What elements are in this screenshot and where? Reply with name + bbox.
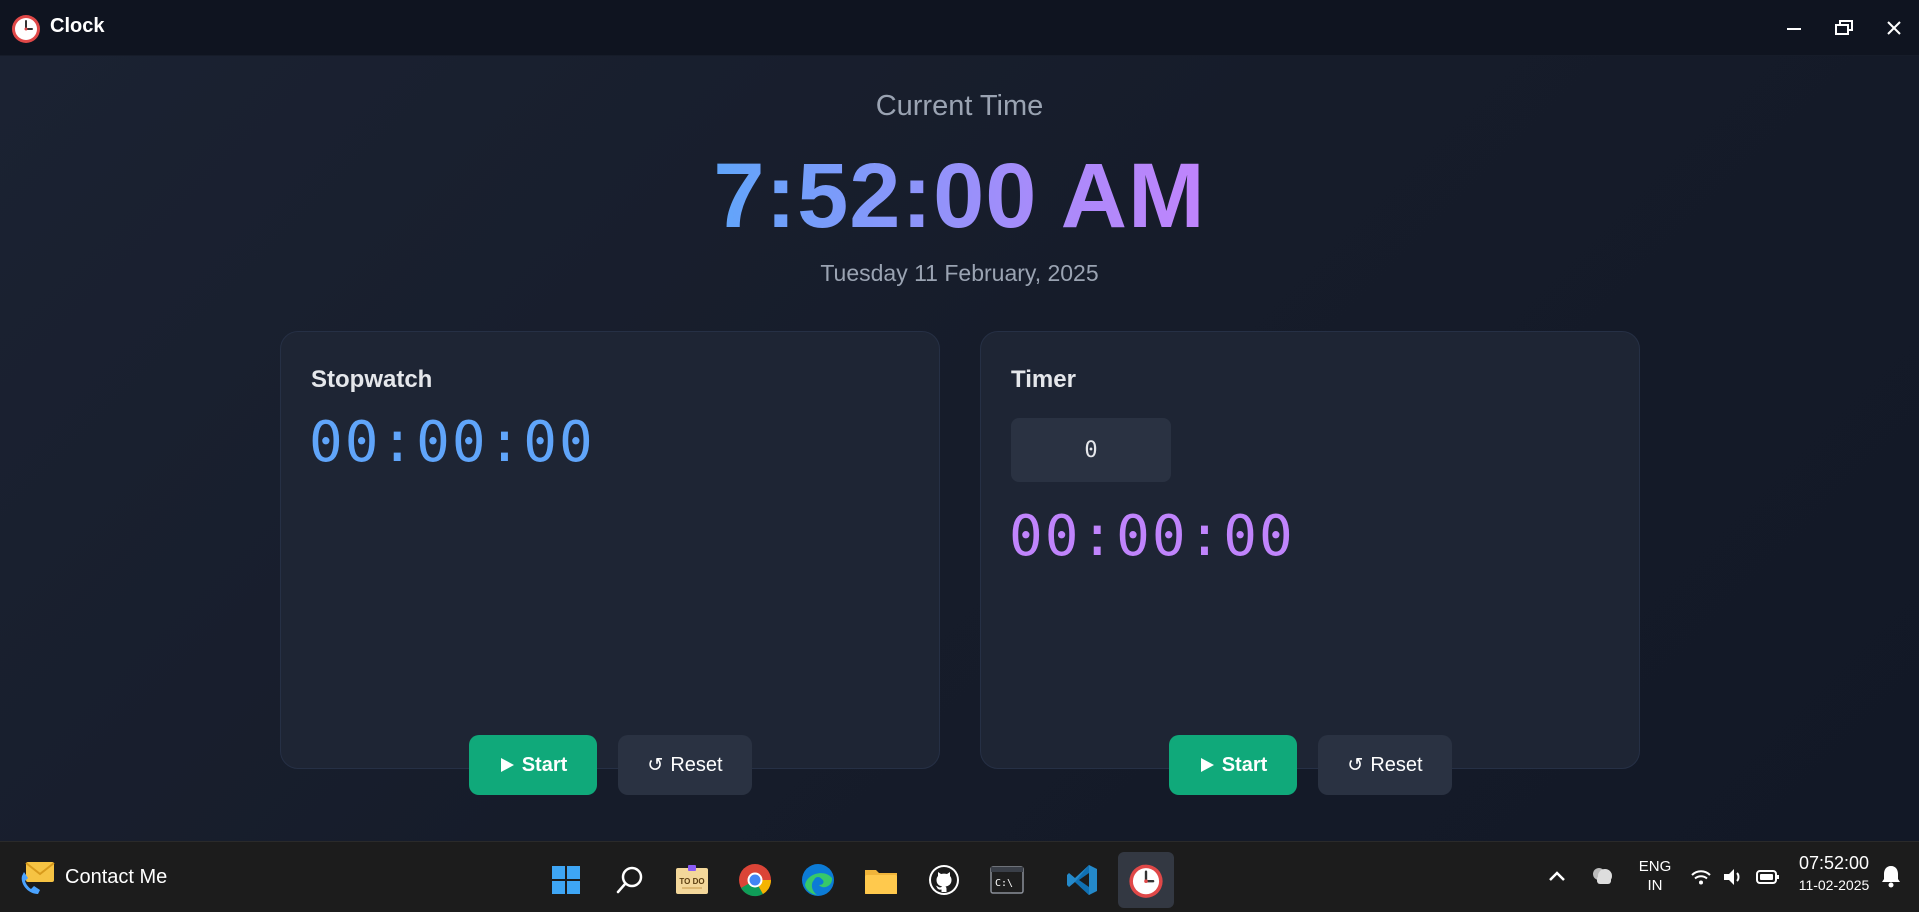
- taskbar: Contact Me TO DO C:\ ENG IN 07:52:00 11-…: [0, 841, 1919, 912]
- window-title: Clock: [50, 15, 105, 37]
- stopwatch-reset-label: Reset: [670, 753, 723, 776]
- timer-reset-button[interactable]: ↺ Reset: [1318, 735, 1452, 795]
- stopwatch-card: Stopwatch 00:00:00 Start ↺ Reset: [280, 331, 940, 795]
- stopwatch-title: Stopwatch: [311, 366, 433, 393]
- weather-icon[interactable]: [1589, 864, 1615, 888]
- language-line-1: ENG: [1638, 858, 1672, 875]
- github-icon[interactable]: [916, 852, 972, 908]
- restore-icon: [1835, 20, 1853, 35]
- edge-icon[interactable]: [790, 852, 846, 908]
- taskbar-clock[interactable]: 07:52:00 11-02-2025: [1786, 854, 1882, 895]
- timer-reset-label: Reset: [1370, 753, 1423, 776]
- reset-icon: ↺: [647, 754, 664, 776]
- clock-app-icon[interactable]: [1118, 852, 1174, 908]
- play-icon: [500, 758, 514, 772]
- file-explorer-icon[interactable]: [853, 852, 909, 908]
- restore-button[interactable]: [1824, 10, 1864, 46]
- alarm-clock-icon: [12, 15, 40, 43]
- timer-card: Timer 00:00:00 Start ↺ Reset: [980, 331, 1640, 795]
- vscode-icon[interactable]: [1054, 852, 1110, 908]
- chevron-up-icon[interactable]: [1548, 870, 1566, 882]
- contact-icon[interactable]: [18, 858, 58, 898]
- timer-display: 00:00:00: [1009, 504, 1295, 569]
- windows-start-icon[interactable]: [538, 852, 594, 908]
- minimize-button[interactable]: [1774, 10, 1814, 46]
- timer-title: Timer: [1011, 366, 1076, 393]
- search-icon[interactable]: [602, 852, 658, 908]
- svg-text:C:\: C:\: [995, 878, 1013, 889]
- stopwatch-reset-button[interactable]: ↺ Reset: [618, 735, 752, 795]
- main-content: Current Time 7:52:00 AM Tuesday 11 Febru…: [0, 56, 1919, 841]
- close-icon: [1887, 21, 1901, 35]
- terminal-icon[interactable]: C:\: [979, 852, 1035, 908]
- play-icon: [1200, 758, 1214, 772]
- notification-bell-icon[interactable]: [1880, 864, 1902, 888]
- close-button[interactable]: [1874, 10, 1914, 46]
- stopwatch-start-label: Start: [521, 753, 568, 776]
- timer-input[interactable]: [1011, 418, 1171, 482]
- svg-text:TO DO: TO DO: [679, 877, 704, 886]
- title-bar: Clock: [0, 0, 1919, 56]
- todo-icon[interactable]: TO DO: [664, 852, 720, 908]
- contact-me-label[interactable]: Contact Me: [65, 866, 167, 889]
- stopwatch-display: 00:00:00: [309, 410, 595, 475]
- current-time-display-wrap: 7:52:00 AM: [0, 144, 1919, 249]
- language-line-2: IN: [1647, 877, 1663, 894]
- current-time-label: Current Time: [875, 90, 1044, 122]
- taskbar-time: 07:52:00: [1798, 853, 1870, 873]
- battery-icon[interactable]: [1756, 869, 1780, 885]
- volume-icon[interactable]: [1722, 867, 1744, 887]
- language-indicator[interactable]: ENG IN: [1630, 857, 1680, 895]
- timer-start-button[interactable]: Start: [1169, 735, 1297, 795]
- taskbar-date: 11-02-2025: [1798, 877, 1870, 893]
- minimize-icon: [1787, 28, 1801, 30]
- wifi-icon[interactable]: [1690, 868, 1712, 886]
- current-time-display: 7:52:00 AM: [713, 145, 1206, 247]
- timer-start-label: Start: [1221, 753, 1268, 776]
- chrome-icon[interactable]: [727, 852, 783, 908]
- reset-icon: ↺: [1347, 754, 1364, 776]
- current-date: Tuesday 11 February, 2025: [820, 260, 1099, 286]
- stopwatch-start-button[interactable]: Start: [469, 735, 597, 795]
